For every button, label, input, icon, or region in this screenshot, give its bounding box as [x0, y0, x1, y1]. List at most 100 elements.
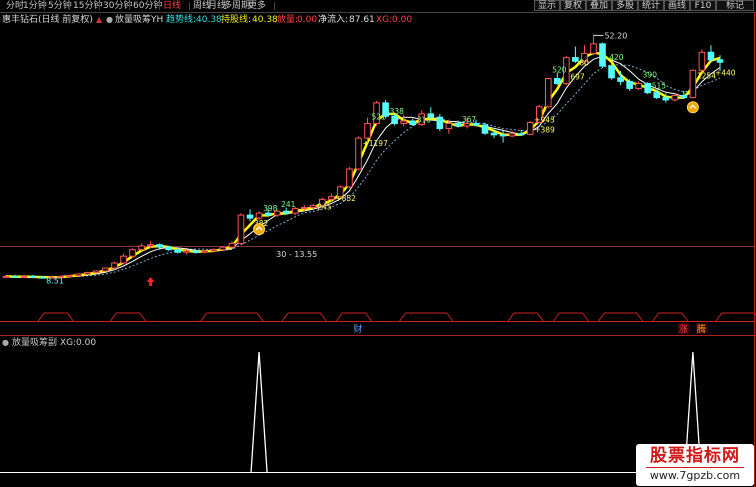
candle-body[interactable] — [65, 275, 73, 278]
up-arrow-icon — [146, 277, 155, 286]
candle-body[interactable] — [129, 249, 136, 257]
candle-body[interactable] — [192, 250, 200, 253]
price-annotation: +943 — [534, 115, 555, 124]
candle-body[interactable] — [29, 275, 37, 278]
candle-body[interactable] — [517, 133, 525, 136]
candle-body[interactable] — [400, 120, 407, 124]
candle-body[interactable] — [680, 94, 688, 98]
candle-body[interactable] — [38, 276, 46, 279]
candle-body[interactable] — [508, 133, 516, 137]
candle-body[interactable] — [671, 94, 679, 101]
strip-trapezoid — [336, 312, 372, 322]
candle-body[interactable] — [544, 78, 552, 108]
candle-body[interactable] — [237, 214, 245, 244]
strip-trapezoid — [399, 312, 454, 322]
price-chart[interactable]: 52.20 8.51 30 - 13.55 -420 520 80 697 +943+389 +… — [0, 0, 756, 487]
watermark-logo: 股票指标网 www.7gpzb.com — [636, 444, 754, 486]
candle-body[interactable] — [84, 272, 91, 275]
price-annotation: 697 — [570, 73, 585, 82]
candle-body[interactable] — [626, 80, 633, 89]
candle-body[interactable] — [138, 245, 145, 251]
candle-body[interactable] — [93, 270, 100, 274]
strip-trapezoid — [110, 312, 146, 322]
candle-body[interactable] — [490, 132, 498, 136]
candle-body[interactable] — [11, 275, 19, 278]
candle-body[interactable] — [282, 210, 290, 214]
candle-body[interactable] — [409, 120, 417, 125]
candle-body[interactable] — [716, 59, 724, 63]
candle-body[interactable] — [174, 249, 182, 253]
candle-body[interactable] — [120, 255, 127, 264]
strip-trapezoid — [200, 312, 264, 322]
candle-body[interactable] — [102, 267, 109, 272]
candle-body[interactable] — [454, 122, 462, 127]
strip-trapezoid — [715, 312, 756, 322]
candle-body[interactable] — [246, 214, 254, 219]
marker-badge: 涨 — [679, 324, 688, 335]
watermark-title: 股票指标网 — [650, 446, 740, 466]
sub-indicator-menu-icon[interactable]: ● — [2, 337, 9, 349]
candle-body[interactable] — [653, 92, 661, 98]
candle-body[interactable] — [328, 196, 335, 200]
candle-body[interactable] — [608, 65, 615, 79]
marker-badge: 腾 — [697, 323, 706, 335]
candle-body[interactable] — [698, 51, 706, 71]
candle-body[interactable] — [228, 242, 236, 248]
candle-body[interactable] — [183, 250, 191, 253]
candle-body[interactable] — [572, 57, 579, 62]
candle-body[interactable] — [499, 134, 507, 137]
price-annotation: 367 — [462, 115, 477, 124]
candle-body[interactable] — [364, 122, 371, 139]
candle-body[interactable] — [219, 246, 227, 251]
candle-body[interactable] — [635, 83, 642, 89]
candle-body[interactable] — [689, 69, 697, 98]
candle-body[interactable] — [355, 137, 362, 170]
strip-trapezoid — [598, 312, 644, 322]
price-annotation: 1254 — [697, 71, 716, 80]
candle-body[interactable] — [255, 212, 263, 219]
candle-body[interactable] — [662, 96, 670, 101]
candle-body[interactable] — [201, 250, 209, 253]
candle-body[interactable] — [436, 116, 444, 130]
candle-body[interactable] — [445, 122, 453, 130]
sub-xg-label: XG: — [60, 338, 77, 348]
price-annotation: +389 — [534, 125, 555, 134]
candle-body[interactable] — [554, 78, 561, 85]
trend-line — [5, 51, 721, 279]
candle-body[interactable] — [526, 121, 534, 135]
candle-body[interactable] — [165, 246, 172, 251]
candle-body[interactable] — [599, 43, 606, 67]
candle-body[interactable] — [156, 244, 163, 248]
candle-body[interactable] — [346, 168, 353, 188]
candle-body[interactable] — [210, 249, 218, 252]
strip-trapezoid — [507, 312, 544, 322]
sub-indicator-name[interactable]: 放量吸筹副 — [12, 337, 57, 349]
candle-body[interactable] — [20, 275, 28, 278]
ma-dashed-line — [5, 64, 721, 278]
price-annotation: 520 — [552, 66, 567, 75]
strip-trapezoid — [552, 312, 589, 322]
candle-body[interactable] — [111, 262, 118, 269]
low-price-label: 8.51 — [46, 277, 64, 286]
candle-body[interactable] — [644, 83, 651, 94]
candle-body[interactable] — [707, 51, 715, 61]
price-annotation: 245 — [317, 203, 332, 212]
candle-body[interactable] — [309, 205, 317, 208]
price-annotation: 515 — [652, 82, 667, 91]
price-annotation: 241 — [281, 200, 296, 209]
candle-body[interactable] — [590, 43, 597, 54]
candle-body[interactable] — [75, 273, 82, 277]
candle-body[interactable] — [147, 244, 154, 247]
candle-body[interactable] — [264, 212, 272, 216]
candle-body[interactable] — [481, 124, 489, 134]
candle-body[interactable] — [391, 115, 398, 124]
candle-body[interactable] — [2, 275, 10, 278]
candle-body[interactable] — [617, 77, 624, 82]
marker-badge: 财 — [353, 323, 362, 335]
sub-xg-value: 0.00 — [76, 338, 97, 348]
signal-spike — [250, 351, 268, 473]
price-annotation: +1197 — [362, 139, 388, 148]
price-annotation: +852 — [335, 194, 356, 203]
price-annotation: 521 — [372, 112, 387, 121]
candle-body[interactable] — [300, 206, 308, 209]
